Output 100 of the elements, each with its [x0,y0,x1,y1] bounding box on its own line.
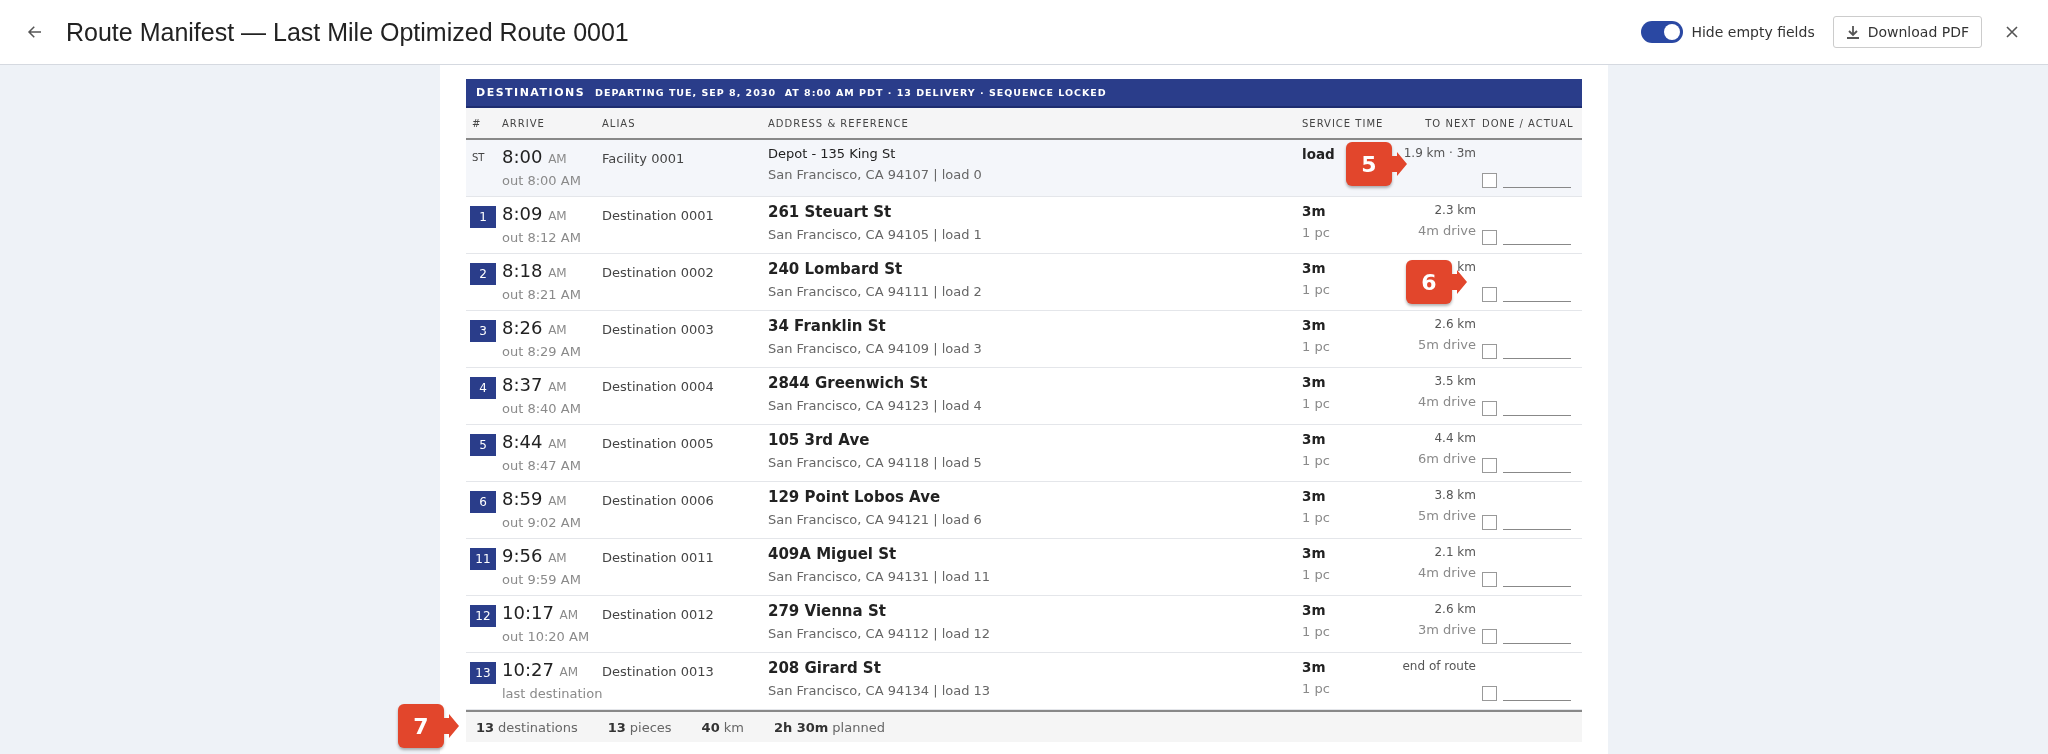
arrival-time: 8:59 AM [502,488,567,509]
column-header: ALIAS [601,117,637,129]
reference-text: San Francisco, CA 94123 | load 4 [768,398,982,413]
alias-text: Destination 0012 [602,607,714,622]
reference-text: San Francisco, CA 94121 | load 6 [768,512,982,527]
alias-text: Destination 0006 [602,493,714,508]
pieces-count: 1 pc [1302,453,1330,468]
departure-time: out 8:29 AM [502,344,581,359]
address-text: 2844 Greenwich St [768,374,928,392]
stop-number: 1 [470,206,496,228]
departure-time: out 9:02 AM [502,515,581,530]
summary-value: 40 [701,719,720,735]
departure-time: out 10:20 AM [502,629,590,644]
stop-number: 5 [470,434,496,456]
done-checkbox[interactable] [1482,572,1497,587]
arrival-time: 8:44 AM [502,431,567,452]
arrival-time: 8:00 AM [502,146,567,167]
start-label: ST [472,152,485,163]
service-time: 3m [1302,374,1326,390]
alias-text: Destination 0001 [602,208,714,223]
service-time: 3m [1302,659,1326,675]
service-time: 3m [1302,260,1326,276]
banner-subtitle: DEPARTING TUE, SEP 8, 2030 AT 8:00 AM PDT · 13 DELIVERY · SEQUENCE LOCKED [595,87,1107,98]
distance-text: 2.1 km [1434,545,1476,559]
summary-label: planned [832,719,885,735]
address-text: Depot - 135 King St [768,146,896,161]
alias-text: Destination 0011 [602,550,714,565]
address-text: 34 Franklin St [768,317,886,335]
alias-text: Destination 0005 [602,436,714,451]
summary-value: 13 [476,719,495,735]
distance-text: 2.6 km [1434,317,1476,331]
reference-text: San Francisco, CA 94105 | load 1 [768,227,982,242]
pieces-count: 1 pc [1302,681,1330,696]
departure-time: out 8:00 AM [502,173,581,188]
distance-text: 2.6 km [1434,602,1476,616]
banner-title: DESTINATIONS [476,86,586,99]
done-checkbox[interactable] [1482,515,1497,530]
stop-number: 11 [470,548,496,570]
departure-time: out 8:40 AM [502,401,581,416]
address-text: 208 Girard St [768,659,881,677]
drive-time: 4m drive [1418,394,1476,409]
service-time: 3m [1302,431,1326,447]
distance-text: 3.8 km [1434,488,1476,502]
pieces-count: 1 pc [1302,282,1330,297]
callout-arrow-icon [1391,152,1407,176]
done-checkbox[interactable] [1482,686,1497,701]
reference-text: San Francisco, CA 94118 | load 5 [768,455,982,470]
download-button[interactable]: Download PDF [1832,16,1982,48]
close-icon [2004,24,2020,40]
callout-arrow-icon [1451,270,1467,294]
callout-number: 7 [398,704,444,748]
arrival-time: 8:37 AM [502,374,567,395]
callout-number: 6 [1406,260,1452,304]
done-checkbox[interactable] [1482,344,1497,359]
address-text: 105 3rd Ave [768,431,870,449]
callout-arrow-icon [443,714,459,738]
summary-value: 2h 30m [773,719,829,735]
distance-text: 4.4 km [1434,431,1476,445]
service-time: load [1302,146,1335,162]
stop-number: 4 [470,377,496,399]
done-checkbox[interactable] [1482,458,1497,473]
arrival-time: 8:26 AM [502,317,567,338]
address-text: 240 Lombard St [768,260,903,278]
done-checkbox[interactable] [1482,629,1497,644]
callout-number: 5 [1346,142,1392,186]
done-checkbox[interactable] [1482,287,1497,302]
summary-value: 13 [607,719,626,735]
alias-text: Destination 0002 [602,265,714,280]
distance-text: km [1457,260,1476,274]
alias-text: Destination 0004 [602,379,714,394]
done-checkbox[interactable] [1482,173,1497,188]
page-title: Route Manifest — Last Mile Optimized Route 0001 [66,17,630,47]
reference-text: San Francisco, CA 94111 | load 2 [768,284,982,299]
arrival-time: 8:18 AM [502,260,567,281]
service-time: 3m [1302,545,1326,561]
arrival-time: 10:27 AM [502,659,579,680]
departure-time: out 8:12 AM [502,230,581,245]
drive-time: 5m drive [1418,337,1476,352]
summary-label: pieces [629,719,672,735]
pieces-count: 1 pc [1302,396,1330,411]
done-checkbox[interactable] [1482,230,1497,245]
pieces-count: 1 pc [1302,567,1330,582]
stop-number: 13 [470,662,496,684]
distance-text: end of route [1402,659,1476,673]
stop-number: 2 [470,263,496,285]
summary-label: destinations [498,719,578,735]
done-checkbox[interactable] [1482,401,1497,416]
column-header: ADDRESS & REFERENCE [767,117,910,129]
drive-time: 4m drive [1418,223,1476,238]
alias-text: Destination 0003 [602,322,714,337]
service-time: 3m [1302,203,1326,219]
drive-time: 5m drive [1418,508,1476,523]
stop-number: 3 [470,320,496,342]
reference-text: San Francisco, CA 94107 | load 0 [768,167,982,182]
arrival-time: 9:56 AM [502,545,567,566]
toggle-switch[interactable] [1641,21,1684,43]
reference-text: San Francisco, CA 94131 | load 11 [768,569,991,584]
distance-text: 2.3 km [1434,203,1476,217]
address-text: 409A Miguel St [768,545,897,563]
distance-text: 1.9 km · 3m [1403,146,1476,160]
